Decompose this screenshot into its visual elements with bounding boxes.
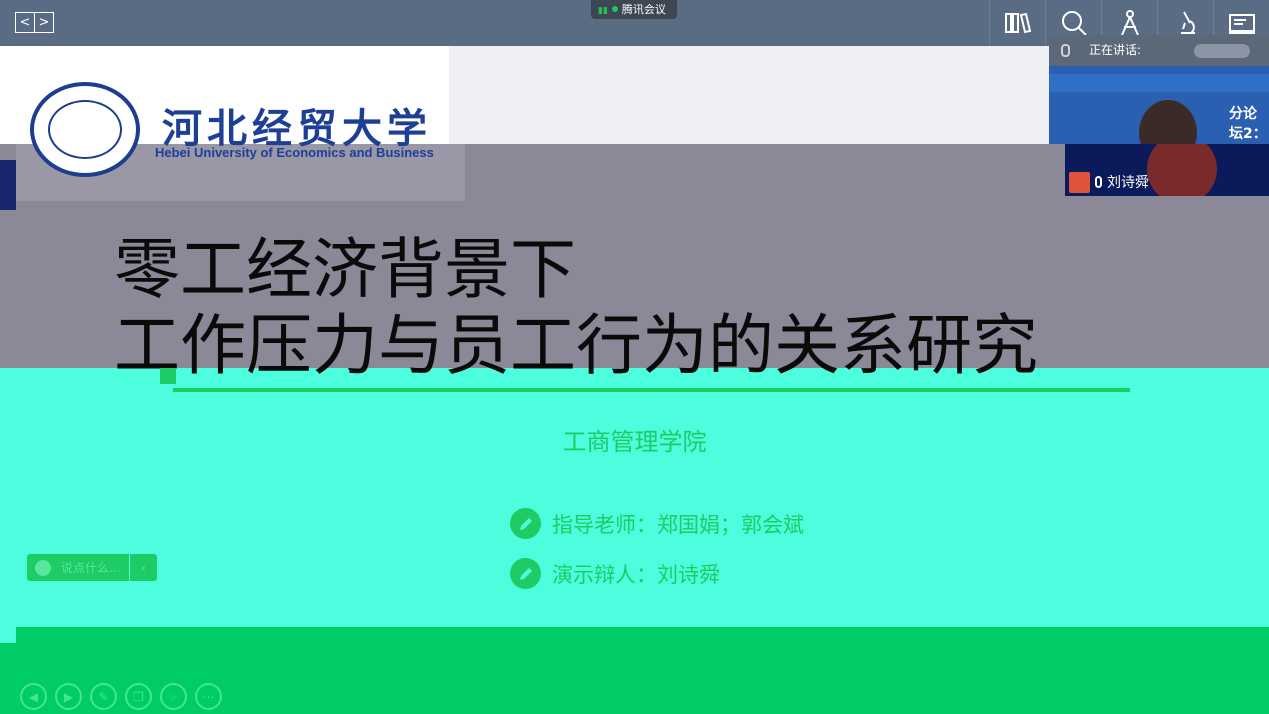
college-name: 工商管理学院 — [562, 428, 707, 456]
advisor-line: 指导老师：郑国娟；郭会斌 — [510, 508, 804, 539]
title-underline — [173, 388, 1130, 392]
nav-forward-button[interactable]: > — [34, 13, 53, 32]
slide-title-line1: 零工经济背景下 — [114, 231, 576, 308]
collapse-chevron-icon[interactable]: ‹ — [130, 561, 157, 575]
slide-header-band — [449, 46, 1049, 144]
title-accent-square — [160, 368, 176, 384]
presenter-text: 演示辩人：刘诗舜 — [552, 562, 720, 587]
chat-input[interactable]: 说点什么... ‹ — [27, 554, 157, 581]
presenter-line: 演示辩人：刘诗舜 — [510, 558, 720, 589]
university-name-en: Hebei University of Economics and Busine… — [155, 145, 434, 160]
pen-icon[interactable]: ✎ — [90, 683, 117, 710]
slide-title: 零工经济背景下 工作压力与员工行为的关系研究 — [114, 232, 1038, 384]
participant-video — [1139, 100, 1197, 144]
speaker-name-blurred — [1194, 44, 1250, 58]
nav-back-button[interactable]: < — [16, 13, 34, 32]
status-dot — [611, 6, 618, 12]
slide-controls: ◀ ▶ ✎ ❐ ⌕ ⋯ — [20, 683, 230, 710]
next-icon[interactable]: ▶ — [55, 683, 82, 710]
participant-name: 刘诗舜 — [1107, 175, 1149, 191]
speaking-label: 正在讲话: — [1089, 43, 1142, 57]
pencil-icon — [510, 508, 541, 539]
advisor-text: 指导老师：郑国娟；郭会斌 — [552, 512, 804, 537]
video-slide-text: 分论坛2：规场压力 — [1229, 106, 1267, 142]
mic-icon — [1095, 176, 1102, 188]
shared-video-thumbnail[interactable]: 分论坛2：规场压力 — [1049, 66, 1269, 144]
speaking-indicator: 正在讲话: — [1049, 35, 1269, 66]
footer-notch — [0, 627, 16, 643]
more-icon[interactable]: ⋯ — [195, 683, 222, 710]
chat-placeholder: 说点什么... — [61, 561, 121, 575]
user-icon — [1069, 172, 1090, 193]
page-nav: < > — [15, 12, 54, 33]
slide-title-line2: 工作压力与员工行为的关系研究 — [114, 307, 1038, 384]
copy-icon[interactable]: ❐ — [125, 683, 152, 710]
slide-edge-mark — [0, 160, 16, 210]
zoom-icon[interactable]: ⌕ — [160, 683, 187, 710]
signal-icon: ▮▮ — [598, 6, 608, 16]
library-icon[interactable] — [989, 0, 1045, 46]
meeting-app-label: 腾讯会议 — [621, 3, 666, 16]
university-emblem-icon — [30, 82, 140, 177]
meeting-indicator[interactable]: ▮▮ 腾讯会议 — [591, 0, 677, 19]
pencil-icon — [510, 558, 541, 589]
emoji-icon[interactable] — [35, 559, 51, 576]
mic-icon — [1061, 44, 1070, 57]
prev-icon[interactable]: ◀ — [20, 683, 47, 710]
participant-video-tile[interactable]: 刘诗舜 — [1065, 144, 1269, 196]
